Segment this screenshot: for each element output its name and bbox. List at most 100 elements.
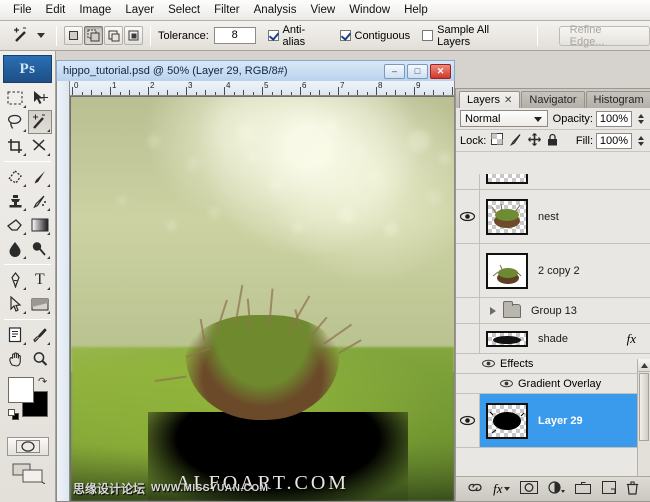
clone-stamp-tool[interactable] — [3, 189, 28, 213]
checkbox-icon[interactable] — [268, 30, 279, 41]
layer-visibility-toggle[interactable] — [456, 298, 480, 324]
quick-mask-icon[interactable] — [7, 437, 49, 456]
refine-edge-button[interactable]: Refine Edge... — [559, 26, 650, 46]
pen-tool[interactable] — [3, 268, 28, 292]
menu-item-analysis[interactable]: Analysis — [247, 1, 304, 19]
tolerance-input[interactable]: 8 — [214, 27, 256, 44]
move-tool[interactable] — [28, 86, 53, 110]
dodge-tool[interactable] — [28, 237, 53, 261]
eye-icon[interactable] — [460, 413, 476, 429]
foreground-color-swatch[interactable] — [8, 377, 34, 403]
chevron-down-icon[interactable] — [534, 117, 542, 122]
tab-histogram[interactable]: Histogram — [586, 91, 650, 108]
layers-scrollbar[interactable] — [637, 359, 650, 476]
document-title-bar[interactable]: hippo_tutorial.psd @ 50% (Layer 29, RGB/… — [56, 60, 455, 81]
active-tool-preset[interactable] — [0, 25, 49, 47]
contiguous-checkbox[interactable]: Contiguous — [340, 30, 411, 42]
layer-thumbnail[interactable] — [486, 174, 528, 184]
screen-mode-icon[interactable] — [11, 462, 45, 484]
fill-input[interactable]: 100% — [596, 133, 632, 149]
scrollbar-thumb[interactable] — [639, 373, 649, 441]
menu-item-layer[interactable]: Layer — [118, 1, 161, 19]
horizontal-ruler[interactable]: 012345678910 — [70, 81, 454, 96]
checkbox-icon[interactable] — [340, 30, 351, 41]
layer-visibility-toggle[interactable] — [456, 394, 480, 447]
eye-icon[interactable] — [480, 356, 496, 372]
table-row[interactable] — [456, 174, 650, 190]
link-layers-button[interactable] — [467, 482, 483, 496]
subtract-from-selection-button[interactable] — [104, 26, 123, 45]
swap-colors-icon[interactable]: ↷ — [38, 375, 47, 388]
layer-list[interactable]: nest 2 copy 2 Group 13 shade fx Effects … — [456, 174, 650, 476]
layer-thumbnail[interactable] — [486, 403, 528, 439]
sample-all-layers-checkbox[interactable]: Sample All Layers — [422, 24, 525, 48]
vertical-ruler[interactable] — [57, 81, 70, 501]
minimize-button[interactable]: – — [384, 64, 405, 79]
magic-wand-tool[interactable] — [28, 110, 53, 134]
image-canvas[interactable]: ALFOART.COM 思缘设计论坛 WWW.MISSYUAN.COM — [71, 97, 454, 501]
lock-all-icon[interactable] — [547, 133, 558, 149]
default-colors-icon[interactable] — [8, 409, 19, 420]
layer-visibility-toggle[interactable] — [456, 244, 480, 297]
menu-item-filter[interactable]: Filter — [207, 1, 247, 19]
layer-name[interactable]: nest — [538, 211, 559, 223]
layer-effects-badge[interactable]: fx — [627, 331, 636, 347]
gradient-tool[interactable] — [28, 213, 53, 237]
path-selection-tool[interactable] — [3, 292, 28, 316]
menu-item-file[interactable]: File — [6, 1, 39, 19]
tab-navigator[interactable]: Navigator — [521, 91, 584, 108]
lasso-tool[interactable] — [3, 110, 28, 134]
lock-position-icon[interactable] — [528, 133, 541, 149]
rectangle-shape-tool[interactable] — [28, 292, 53, 316]
menu-item-edit[interactable]: Edit — [39, 1, 73, 19]
table-row[interactable]: 2 copy 2 — [456, 244, 650, 298]
layer-thumbnail[interactable] — [486, 253, 528, 289]
menu-item-window[interactable]: Window — [342, 1, 397, 19]
intersect-with-selection-button[interactable] — [124, 26, 143, 45]
effects-visibility-toggle[interactable] — [456, 354, 496, 374]
eye-icon[interactable] — [498, 376, 514, 392]
hand-tool[interactable] — [3, 347, 28, 371]
table-row[interactable]: Group 13 — [456, 298, 650, 324]
table-row[interactable]: Layer 29 — [456, 394, 650, 448]
anti-alias-checkbox[interactable]: Anti-alias — [268, 24, 328, 48]
patch-tool[interactable] — [3, 165, 28, 189]
layer-name[interactable]: 2 copy 2 — [538, 265, 580, 277]
type-tool[interactable]: T — [28, 268, 53, 292]
chevron-down-icon[interactable] — [37, 33, 45, 38]
blur-tool[interactable] — [3, 237, 28, 261]
delete-layer-button[interactable] — [626, 481, 639, 498]
layer-name[interactable]: shade — [538, 333, 568, 345]
disclosure-triangle-icon[interactable] — [490, 307, 496, 315]
table-row[interactable]: nest — [456, 190, 650, 244]
new-adjustment-layer-button[interactable] — [548, 481, 565, 497]
eraser-tool[interactable] — [3, 213, 28, 237]
layer-visibility-toggle[interactable] — [456, 324, 480, 353]
layer-group-name[interactable]: Group 13 — [531, 305, 577, 317]
close-button[interactable]: ✕ — [430, 64, 451, 79]
history-brush-tool[interactable] — [28, 189, 53, 213]
new-group-button[interactable] — [575, 482, 592, 497]
menu-item-help[interactable]: Help — [397, 1, 435, 19]
crop-tool[interactable] — [3, 134, 28, 158]
opacity-input[interactable]: 100% — [596, 111, 632, 127]
notes-tool[interactable] — [3, 323, 28, 347]
opacity-stepper[interactable] — [635, 111, 646, 127]
fill-stepper[interactable] — [635, 133, 646, 149]
blend-mode-select[interactable]: Normal — [460, 110, 548, 127]
add-to-selection-button[interactable] — [84, 26, 103, 45]
lock-image-pixels-icon[interactable] — [509, 133, 522, 149]
layer-thumbnail[interactable] — [486, 199, 528, 235]
menu-item-image[interactable]: Image — [72, 1, 118, 19]
zoom-tool[interactable] — [28, 347, 53, 371]
eyedropper-tool[interactable] — [28, 323, 53, 347]
layer-visibility-toggle[interactable] — [456, 174, 480, 189]
add-layer-style-button[interactable]: fx — [493, 481, 509, 497]
maximize-button[interactable]: □ — [407, 64, 428, 79]
layer-visibility-toggle[interactable] — [456, 190, 480, 243]
new-layer-button[interactable] — [602, 481, 616, 497]
menu-item-view[interactable]: View — [303, 1, 342, 19]
scroll-up-button[interactable] — [638, 359, 650, 372]
layer-name[interactable]: Layer 29 — [538, 415, 583, 427]
new-selection-button[interactable] — [64, 26, 83, 45]
